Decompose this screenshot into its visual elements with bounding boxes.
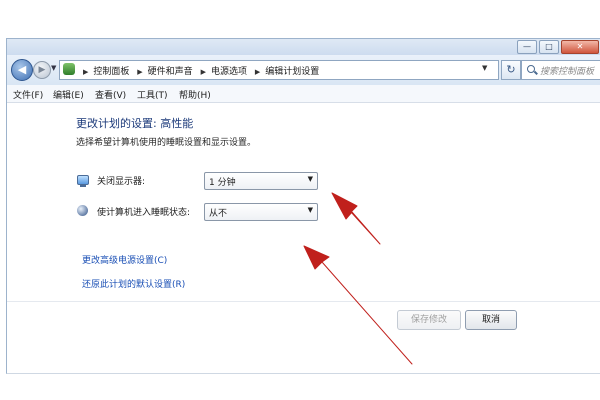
annotation-arrow-lower [303,245,413,365]
annotation-arrow-upper [331,192,381,245]
annotation-arrows [303,192,413,365]
